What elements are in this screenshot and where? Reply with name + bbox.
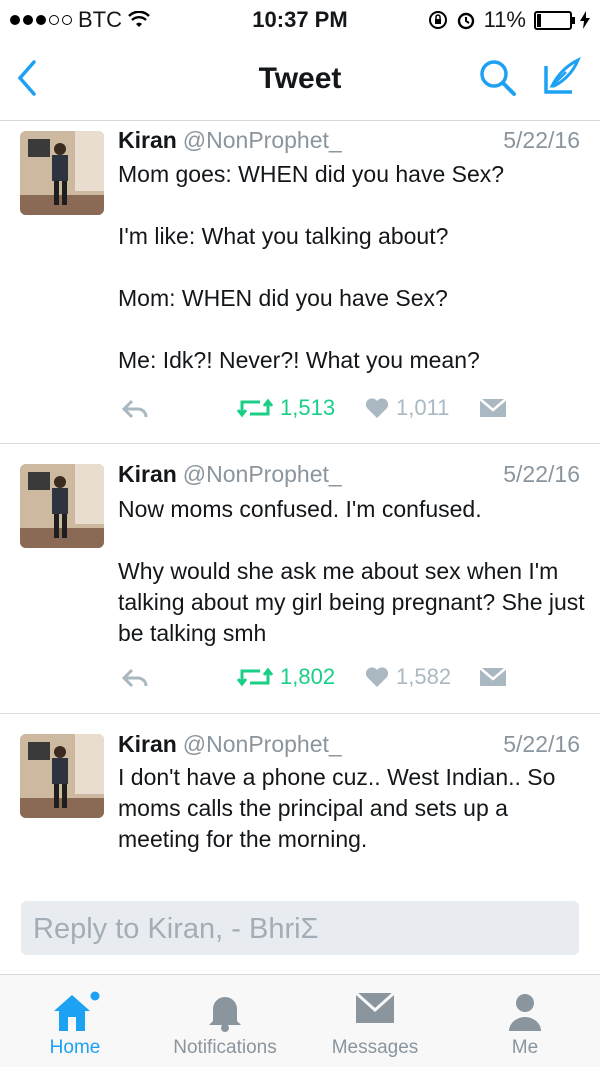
reply-icon bbox=[121, 668, 148, 688]
envelope-icon bbox=[479, 398, 507, 417]
tweet-actions: 1,802 1,582 bbox=[118, 664, 518, 694]
retweet-icon bbox=[236, 667, 274, 687]
tweet[interactable]: Kiran @NonProphet_ 5/22/16 Mom goes: WHEN… bbox=[0, 121, 600, 444]
home-icon bbox=[54, 991, 100, 1031]
tweet-header: Kiran @NonProphet_ 5/22/16 bbox=[118, 461, 580, 488]
author-handle[interactable]: @NonProphet_ bbox=[183, 461, 342, 487]
navigation-bar: Tweet bbox=[0, 40, 600, 121]
reply-bar: Reply to Kiran, - BhriΣ bbox=[0, 880, 600, 975]
direct-message-button[interactable] bbox=[478, 397, 508, 419]
tab-label: Notifications bbox=[173, 1037, 277, 1058]
orientation-lock-icon bbox=[428, 11, 447, 29]
tweet-header: Kiran @NonProphet_ 5/22/16 bbox=[118, 731, 580, 758]
status-right: 11% bbox=[428, 7, 590, 33]
tweet-actions: 1,513 1,011 bbox=[118, 395, 518, 425]
retweet-icon bbox=[236, 398, 274, 418]
envelope-icon bbox=[354, 991, 396, 1023]
tweet-date: 5/22/16 bbox=[503, 731, 580, 757]
battery-percent: 11% bbox=[483, 7, 526, 32]
compose-icon bbox=[544, 56, 581, 94]
author-name[interactable]: Kiran bbox=[118, 461, 177, 487]
retweet-button[interactable]: 1,802 bbox=[236, 664, 335, 690]
retweet-count: 1,802 bbox=[280, 664, 336, 689]
compose-button[interactable] bbox=[540, 56, 582, 103]
battery-icon bbox=[534, 10, 575, 30]
bell-icon bbox=[209, 997, 241, 1032]
search-button[interactable] bbox=[478, 58, 518, 103]
person-icon bbox=[509, 994, 541, 1031]
like-button[interactable]: 1,011 bbox=[364, 395, 449, 421]
author-handle[interactable]: @NonProphet_ bbox=[183, 731, 342, 757]
author-name[interactable]: Kiran bbox=[118, 731, 177, 757]
tweet-header: Kiran @NonProphet_ 5/22/16 bbox=[118, 127, 580, 154]
tab-bar: Home Notifications Messages Me bbox=[0, 975, 600, 1067]
tweet-date: 5/22/16 bbox=[503, 127, 580, 153]
status-bar: BTC 10:37 PM 11% bbox=[0, 0, 600, 40]
alarm-icon bbox=[457, 12, 474, 30]
reply-button[interactable] bbox=[120, 397, 150, 421]
heart-icon bbox=[365, 667, 389, 687]
author-name[interactable]: Kiran bbox=[118, 127, 177, 153]
like-count: 1,011 bbox=[396, 395, 450, 420]
tweet[interactable]: Kiran @NonProphet_ 5/22/16 Now moms confu… bbox=[0, 444, 600, 714]
reply-icon bbox=[121, 399, 148, 419]
like-button[interactable]: 1,582 bbox=[364, 664, 451, 690]
envelope-icon bbox=[479, 667, 507, 686]
author-handle[interactable]: @NonProphet_ bbox=[183, 127, 342, 153]
tweet-text: Mom goes: WHEN did you have Sex? I'm lik… bbox=[118, 161, 505, 373]
retweet-button[interactable]: 1,513 bbox=[236, 395, 335, 421]
direct-message-button[interactable] bbox=[478, 666, 508, 688]
tab-label: Me bbox=[511, 1037, 539, 1058]
avatar[interactable] bbox=[20, 131, 104, 215]
reply-placeholder: Reply to Kiran, - BhriΣ bbox=[33, 913, 319, 945]
reply-button[interactable] bbox=[120, 666, 150, 690]
tweet[interactable]: Kiran @NonProphet_ 5/22/16 I don't have a… bbox=[0, 714, 600, 880]
like-count: 1,582 bbox=[396, 664, 452, 689]
tab-label: Messages bbox=[331, 1037, 419, 1058]
reply-input[interactable]: Reply to Kiran, - BhriΣ bbox=[21, 901, 579, 955]
tweet-text: I don't have a phone cuz.. West Indian..… bbox=[118, 764, 556, 852]
charging-icon bbox=[580, 11, 590, 29]
tweet-text: Now moms confused. I'm confused. Why wou… bbox=[118, 496, 585, 646]
avatar[interactable] bbox=[20, 734, 104, 818]
search-icon bbox=[480, 60, 516, 96]
tweet-date: 5/22/16 bbox=[503, 461, 580, 487]
retweet-count: 1,513 bbox=[280, 395, 336, 420]
tab-label: Home bbox=[49, 1037, 101, 1058]
heart-icon bbox=[365, 398, 389, 418]
avatar[interactable] bbox=[20, 464, 104, 548]
